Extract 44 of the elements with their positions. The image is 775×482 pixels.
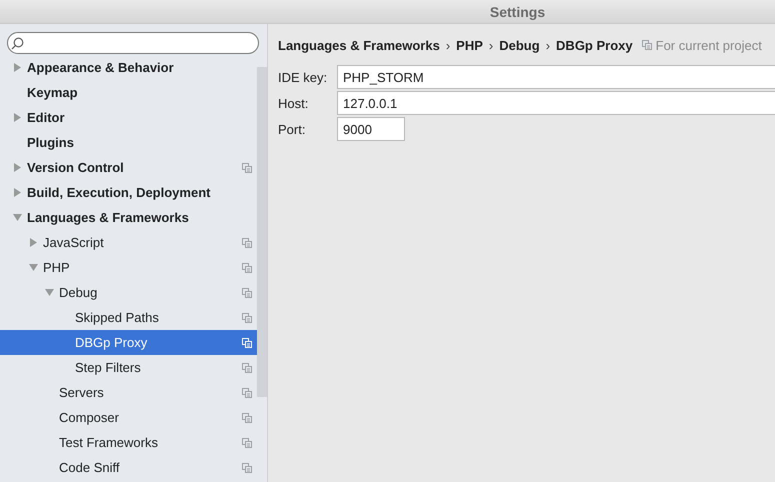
breadcrumb-separator: › [488, 38, 494, 52]
tree-item[interactable]: DBGp Proxy [0, 330, 257, 355]
field-label: Host: [278, 96, 310, 110]
expand-arrow-icon[interactable] [13, 163, 22, 172]
tree-item[interactable]: Version Control [0, 155, 257, 180]
tree-item[interactable]: Composer [0, 405, 257, 430]
tree-item[interactable]: Code Sniff [0, 455, 257, 480]
breadcrumb-item: Languages & Frameworks [278, 38, 440, 52]
collapse-arrow-icon[interactable] [29, 263, 38, 272]
collapse-arrow-icon[interactable] [45, 288, 54, 297]
search-icon [11, 36, 24, 50]
tree-item[interactable]: Test Frameworks [0, 430, 257, 455]
tree-item[interactable]: Step Filters [0, 355, 257, 380]
breadcrumb-item: DBGp Proxy [556, 38, 633, 52]
breadcrumb-separator: › [446, 38, 450, 52]
tree-item[interactable]: Appearance & Behavior [0, 55, 257, 80]
collapse-arrow-icon[interactable] [13, 213, 22, 222]
scrollbar[interactable] [257, 67, 267, 397]
tree-item[interactable]: Plugins [0, 130, 257, 155]
breadcrumb-separator: › [546, 38, 550, 52]
text-field[interactable]: PHP_STORM [337, 65, 775, 89]
field-label: IDE key: [278, 70, 328, 84]
scope-note: For current project [656, 38, 762, 52]
tree-item[interactable]: PHP [0, 255, 257, 280]
tree-item[interactable]: Debug [0, 280, 257, 305]
tree-item[interactable]: Editor [0, 105, 257, 130]
tree-item[interactable]: Servers [0, 380, 257, 405]
breadcrumb-item: PHP [456, 38, 483, 52]
window-title: Settings [490, 4, 546, 20]
expand-arrow-icon[interactable] [29, 238, 38, 247]
tree-item[interactable]: Keymap [0, 80, 257, 105]
tree-item[interactable]: Languages & Frameworks [0, 205, 257, 230]
tree-item[interactable]: JavaScript [0, 230, 257, 255]
copy-icon [642, 40, 652, 50]
expand-arrow-icon[interactable] [13, 63, 22, 72]
expand-arrow-icon[interactable] [13, 113, 22, 122]
breadcrumb-item: Debug [499, 38, 540, 52]
text-field[interactable]: 9000 [337, 117, 405, 141]
search-field[interactable] [7, 32, 259, 54]
expand-arrow-icon[interactable] [13, 188, 22, 197]
text-field[interactable]: 127.0.0.1 [337, 91, 775, 115]
field-label: Port: [278, 122, 306, 136]
tree-item[interactable]: Skipped Paths [0, 305, 257, 330]
tree-item[interactable]: Build, Execution, Deployment [0, 180, 257, 205]
